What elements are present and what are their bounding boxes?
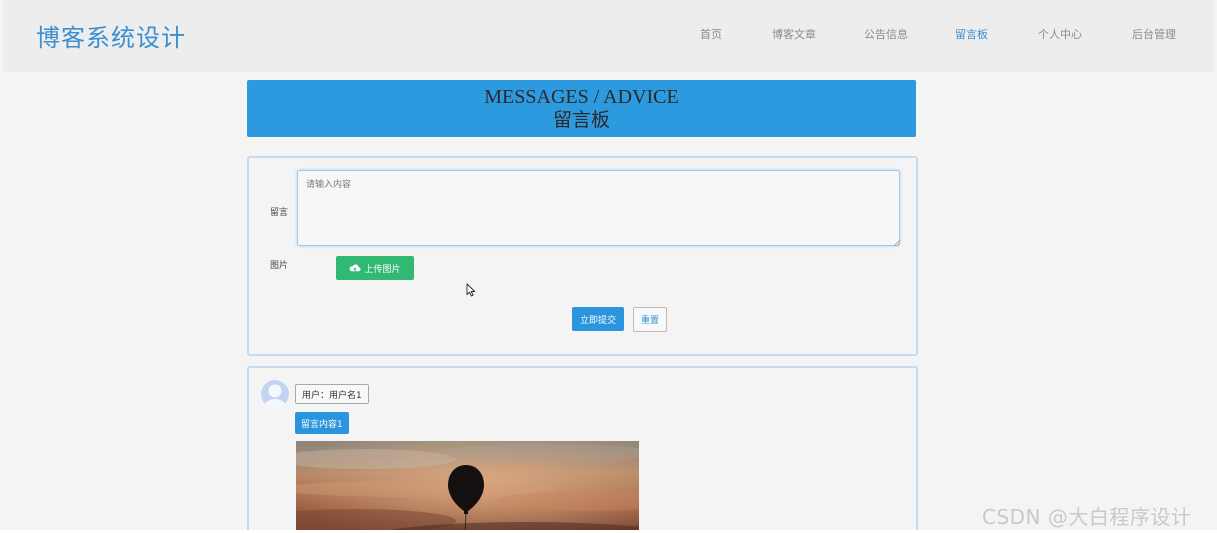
message-label: 留言: [270, 208, 289, 218]
message-textarea[interactable]: [297, 170, 900, 246]
page-banner: MESSAGES / ADVICE 留言板: [247, 80, 916, 137]
user-avatar-icon: [261, 380, 289, 408]
cloud-upload-icon: [350, 264, 361, 272]
message-content-tag: 留言内容1: [295, 412, 349, 434]
nav-item-announcements[interactable]: 公告信息: [864, 26, 908, 42]
mouse-pointer-icon: [466, 283, 476, 297]
main-nav: 首页 博客文章 公告信息 留言板 个人中心 后台管理: [3, 26, 1214, 42]
message-form: 留言 图片 上传图片 立即提交 重置: [247, 156, 918, 356]
resize-grip-icon[interactable]: [894, 240, 900, 246]
nav-item-message-board[interactable]: 留言板: [955, 26, 988, 42]
upload-image-label: 上传图片: [364, 264, 401, 275]
message-image[interactable]: [296, 441, 639, 533]
message-user-tag: 用户：用户名1: [295, 384, 369, 404]
nav-item-home[interactable]: 首页: [700, 26, 722, 42]
page: 博客系统设计 首页 博客文章 公告信息 留言板 个人中心 后台管理 MESSAG…: [0, 0, 1217, 533]
message-list-item: 用户：用户名1 留言内容1: [247, 366, 918, 533]
banner-title-en: MESSAGES / ADVICE: [484, 86, 679, 108]
reset-button[interactable]: 重置: [633, 307, 667, 332]
top-header: 博客系统设计 首页 博客文章 公告信息 留言板 个人中心 后台管理: [3, 0, 1214, 72]
upload-image-button[interactable]: 上传图片: [336, 256, 414, 280]
csdn-watermark: CSDN @大白程序设计: [982, 505, 1192, 529]
banner-title-cn: 留言板: [552, 109, 610, 131]
nav-item-personal-center[interactable]: 个人中心: [1038, 26, 1082, 42]
image-label: 图片: [270, 261, 289, 271]
submit-button[interactable]: 立即提交: [572, 307, 624, 331]
nav-item-blog-articles[interactable]: 博客文章: [772, 26, 816, 42]
nav-item-admin[interactable]: 后台管理: [1132, 26, 1176, 42]
